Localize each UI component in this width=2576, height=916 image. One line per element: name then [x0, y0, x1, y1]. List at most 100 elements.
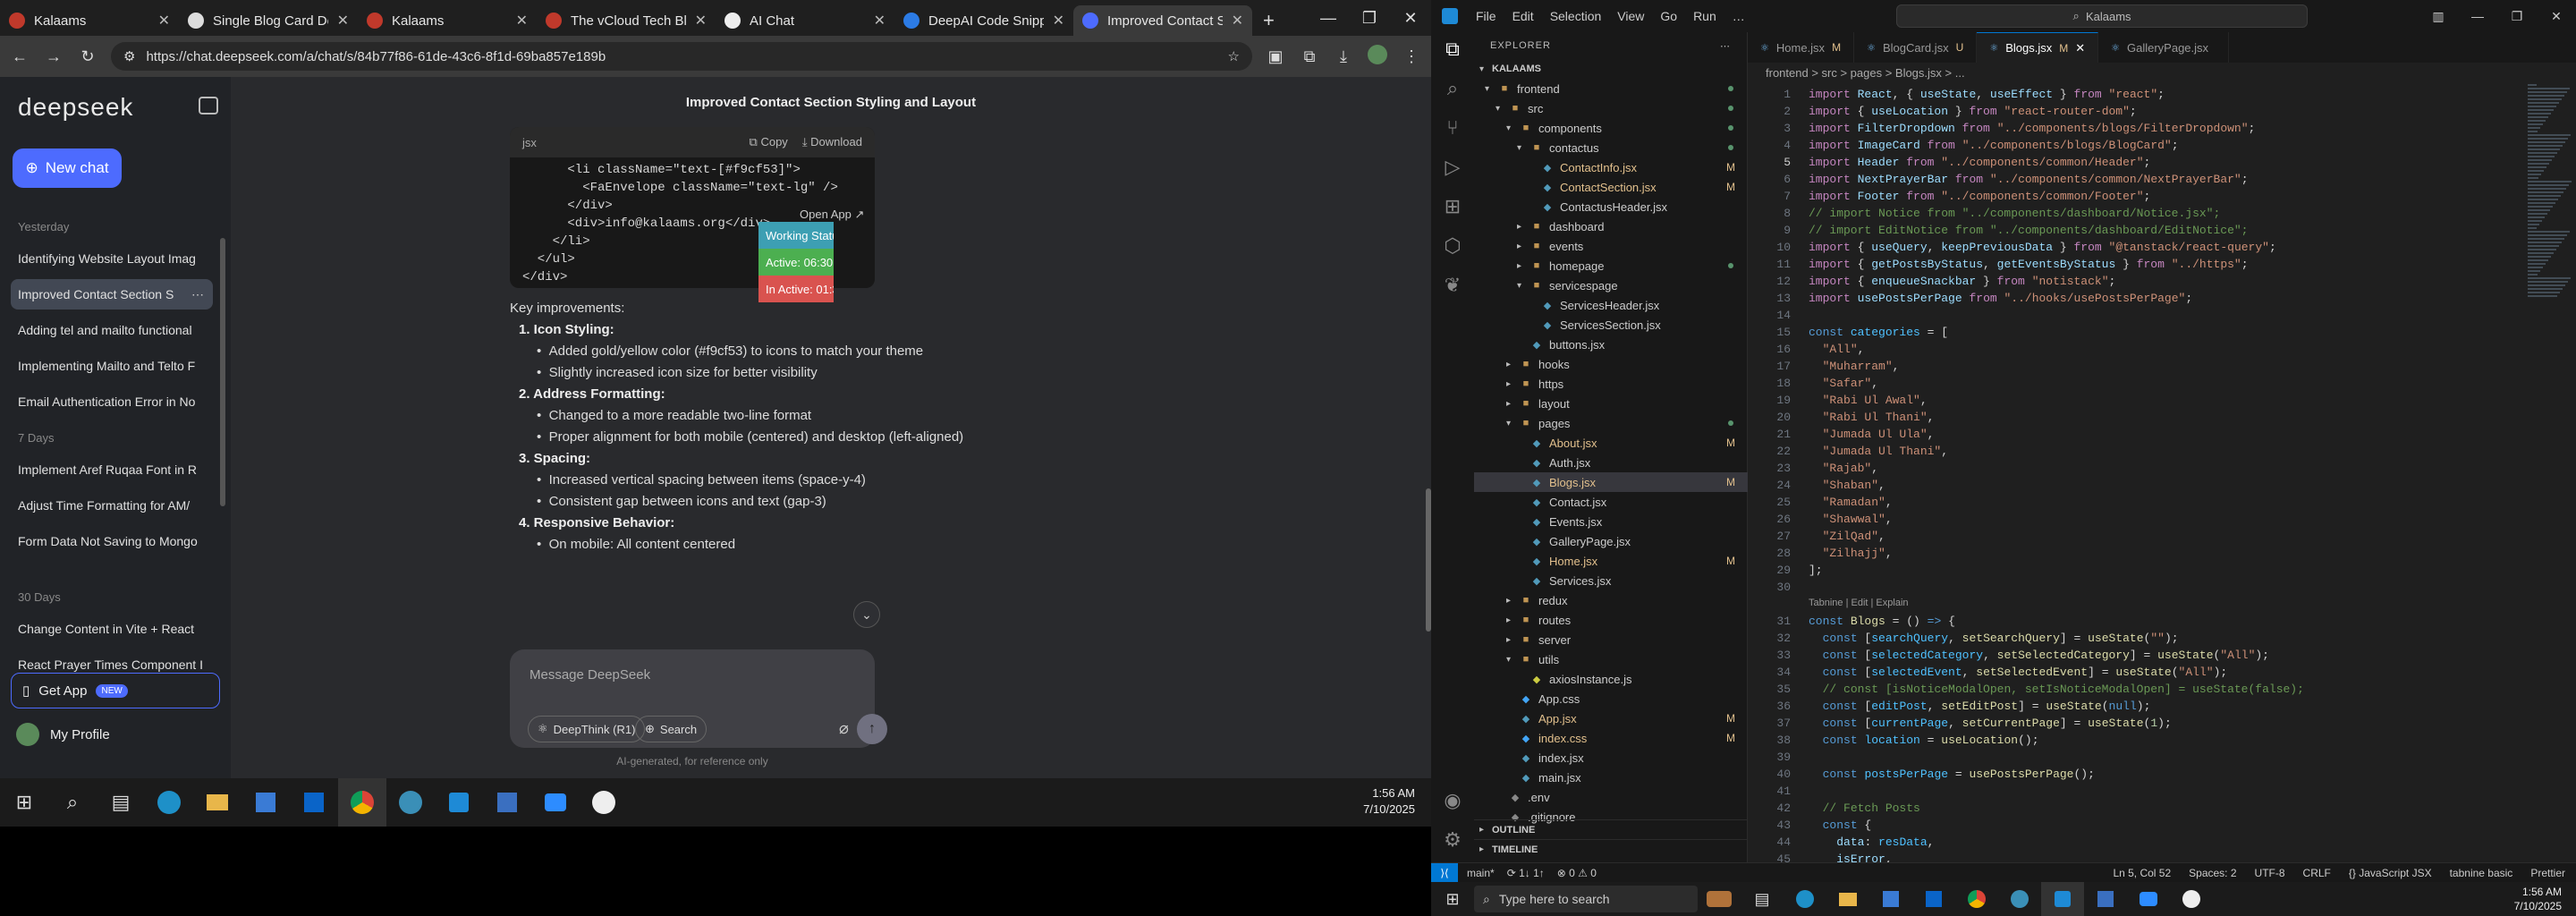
breadcrumb[interactable]: frontend > src > pages > Blogs.jsx > ...	[1748, 63, 2576, 82]
code-line[interactable]: "Rajab",	[1809, 462, 1878, 475]
zoom-icon[interactable]	[2127, 882, 2170, 916]
folder-item[interactable]: ▾ ■ servicespage	[1474, 276, 1748, 295]
folder-item[interactable]: ▾ ■ contactus	[1474, 138, 1748, 157]
codelens[interactable]: Tabnine | Edit | Explain	[1809, 598, 1909, 608]
outline-section[interactable]: ▸ OUTLINE	[1474, 819, 1748, 839]
file-item[interactable]: ◆ buttons.jsx	[1474, 335, 1748, 354]
code-line[interactable]: // import EditNotice from "../components…	[1809, 224, 2248, 237]
run-debug-icon[interactable]: ▷	[1445, 156, 1461, 179]
edge-icon[interactable]	[1784, 882, 1826, 916]
code-line[interactable]: const Blogs = () => {	[1809, 615, 1955, 628]
chrome-icon[interactable]	[1955, 882, 1998, 916]
code-line[interactable]: "Shawwal",	[1809, 513, 1893, 526]
code-line[interactable]: "Safar",	[1809, 377, 1878, 390]
browser-tab[interactable]: Kalaams ✕	[358, 5, 537, 36]
account-icon[interactable]: ◉	[1444, 789, 1461, 812]
code-line[interactable]: import React, { useState, useEffect } fr…	[1809, 88, 2165, 101]
status-item[interactable]: main*	[1467, 867, 1495, 879]
tab-close-icon[interactable]: ✕	[874, 12, 886, 30]
file-item[interactable]: ◆ .env	[1474, 787, 1748, 807]
code-line[interactable]: const location = useLocation();	[1809, 734, 2039, 747]
code-line[interactable]: import usePostsPerPage from "../hooks/us…	[1809, 292, 2192, 305]
file-item[interactable]: ◆ ContactusHeader.jsx	[1474, 197, 1748, 216]
code-line[interactable]: "Shaban",	[1809, 479, 1885, 492]
folder-item[interactable]: ▾ ■ pages	[1474, 413, 1748, 433]
file-item[interactable]: ◆ Services.jsx	[1474, 571, 1748, 590]
search-toggle[interactable]: ⊕ Search	[635, 716, 708, 742]
code-line[interactable]: import Footer from "../components/common…	[1809, 190, 2150, 203]
windows-start-icon[interactable]: ⊞	[1431, 882, 1474, 916]
search-icon[interactable]: ⌕	[1447, 77, 1458, 100]
timeline-section[interactable]: ▸ TIMELINE	[1474, 839, 1748, 859]
folder-item[interactable]: ▸ ■ homepage	[1474, 256, 1748, 276]
editor-tab[interactable]: ⚛ Blogs.jsx M ✕	[1977, 32, 2099, 63]
code-line[interactable]: "All",	[1809, 343, 1865, 356]
menu-item[interactable]: Go	[1660, 9, 1677, 23]
extension-icon[interactable]: ▣	[1265, 47, 1286, 66]
editor-tab[interactable]: ⚛ GalleryPage.jsx	[2098, 32, 2230, 63]
sidebar-collapse-icon[interactable]	[199, 97, 218, 114]
file-explorer-icon[interactable]	[193, 778, 242, 827]
code-line[interactable]: data: resData,	[1809, 835, 1934, 849]
app-icon[interactable]	[386, 778, 435, 827]
status-item[interactable]: UTF-8	[2255, 867, 2285, 879]
folder-item[interactable]: ▾ ■ utils	[1474, 649, 1748, 669]
menu-item[interactable]: Selection	[1550, 9, 1602, 23]
code-line[interactable]: "Zilhajj",	[1809, 547, 1893, 560]
store-icon[interactable]	[1869, 882, 1912, 916]
menu-item[interactable]: File	[1476, 9, 1496, 23]
mongodb-icon[interactable]: ❦	[1445, 274, 1461, 297]
remote-icon[interactable]: ⬡	[1444, 234, 1461, 258]
file-item[interactable]: ◆ App.css	[1474, 689, 1748, 708]
code-line[interactable]: const [selectedEvent, setSelectedEvent] …	[1809, 666, 2228, 679]
tab-close-icon[interactable]: ✕	[516, 12, 528, 30]
source-control-icon[interactable]: ⑂	[1446, 116, 1458, 140]
code-line[interactable]: "Jumada Ul Thani",	[1809, 445, 1948, 458]
clock[interactable]: 1:56 AM 7/10/2025	[1363, 785, 1415, 818]
app-icon[interactable]	[2170, 882, 2213, 916]
file-item[interactable]: ◆ Auth.jsx	[1474, 453, 1748, 472]
folder-item[interactable]: ▸ ■ hooks	[1474, 354, 1748, 374]
task-view-icon[interactable]: ▤	[1741, 882, 1784, 916]
outlook-icon[interactable]	[1912, 882, 1955, 916]
photos-icon[interactable]	[483, 778, 531, 827]
folder-item[interactable]: ▸ ■ https	[1474, 374, 1748, 394]
app-icon[interactable]	[580, 778, 628, 827]
url-input[interactable]: ⚙ https://chat.deepseek.com/a/chat/s/84b…	[111, 42, 1252, 71]
tab-close-icon[interactable]: ✕	[2075, 41, 2085, 55]
tab-close-icon[interactable]: ✕	[337, 12, 349, 30]
folder-item[interactable]: ▸ ■ redux	[1474, 590, 1748, 610]
file-item[interactable]: ◆ main.jsx	[1474, 768, 1748, 787]
browser-tab[interactable]: The vCloud Tech Blog ✕	[537, 5, 716, 36]
chat-history-item[interactable]: Form Data Not Saving to Mongo	[11, 526, 213, 556]
chat-history-item[interactable]: Implement Aref Ruqaa Font in R	[11, 454, 213, 485]
browser-tab[interactable]: AI Chat ✕	[716, 5, 894, 36]
file-item[interactable]: ◆ GalleryPage.jsx	[1474, 531, 1748, 551]
tab-close-icon[interactable]: ✕	[158, 12, 170, 30]
command-center[interactable]: ⌕ Kalaams	[1896, 4, 2308, 28]
zoom-icon[interactable]	[531, 778, 580, 827]
scroll-down-button[interactable]: ⌄	[853, 601, 880, 628]
code-line[interactable]: import ImageCard from "../components/blo…	[1809, 139, 2179, 152]
deepthink-toggle[interactable]: ⚛ DeepThink (R1)	[528, 716, 646, 742]
my-profile-button[interactable]: My Profile	[16, 723, 110, 746]
code-area[interactable]: 1 import React, { useState, useEffect } f…	[1748, 82, 2576, 862]
outlook-icon[interactable]	[290, 778, 338, 827]
photos-icon[interactable]	[2084, 882, 2127, 916]
vscode-icon[interactable]	[435, 778, 483, 827]
reload-icon[interactable]: ↻	[77, 47, 98, 66]
browser-tab[interactable]: DeepAI Code Snippet ✕	[894, 5, 1073, 36]
code-line[interactable]: import { getPostsByStatus, getEventsBySt…	[1809, 258, 2249, 271]
folder-item[interactable]: ▸ ■ dashboard	[1474, 216, 1748, 236]
code-line[interactable]: // const [isNoticeModalOpen, setIsNotice…	[1809, 683, 2304, 696]
download-button[interactable]: ⤓ Download	[802, 135, 862, 149]
app-icon[interactable]	[1998, 882, 2041, 916]
status-item[interactable]: ⊗ 0 ⚠ 0	[1557, 867, 1597, 879]
minimap[interactable]	[2528, 82, 2576, 440]
windows-start-icon[interactable]: ⊞	[0, 778, 48, 827]
chat-history-item[interactable]: Identifying Website Layout Imag	[11, 243, 213, 274]
maximize-icon[interactable]: ❐	[1349, 0, 1390, 36]
vscode-icon[interactable]	[2041, 882, 2084, 916]
file-item[interactable]: ◆ index.jsx	[1474, 748, 1748, 768]
file-item[interactable]: ◆ App.jsx M	[1474, 708, 1748, 728]
